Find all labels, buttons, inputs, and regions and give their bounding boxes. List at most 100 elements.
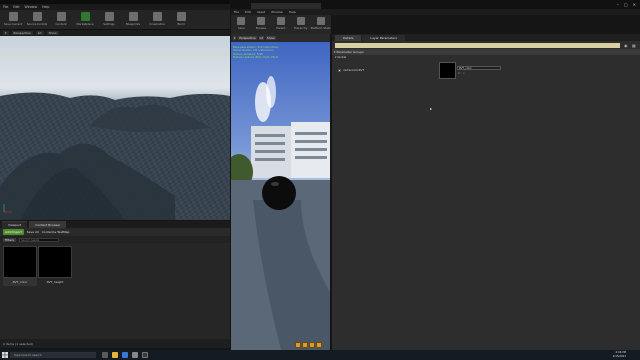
tab-details[interactable]: Details [335,35,362,41]
parameter-name: vertexcolorRVT [343,68,365,72]
hierarchy-button[interactable]: Hierarchy [291,17,310,34]
content-browser-status: 2 items (1 selected) [0,339,230,348]
save-icon [8,12,18,21]
parameter-asset-dropdown[interactable]: RVT_color [457,66,501,70]
menu-help[interactable]: Help [289,10,296,14]
level-viewport[interactable] [0,36,230,220]
unreal-engine-icon[interactable] [132,352,138,358]
task-view-icon[interactable] [102,352,108,358]
preview-header: ▾ Perspective Lit Show [231,34,330,42]
details-tab-bar: Details Layer Parameters [332,34,640,41]
stats-line: Texture Lookups (Est): VS(0), PS(1) [233,56,279,60]
platform-stats-button[interactable]: Platform Stats [311,17,330,34]
bottom-tab-bar: Viewport Content Browser [0,221,230,228]
grid-icon[interactable]: ▦ [632,43,638,48]
menu-file[interactable]: File [3,5,8,9]
menu-asset[interactable]: Asset [257,10,265,14]
preview-perspective-button[interactable]: Perspective [238,36,257,40]
file-explorer-icon[interactable] [112,352,118,358]
build-icon [176,12,186,21]
source-control-icon [32,12,42,21]
gear-icon [104,12,114,21]
tab-layer-parameters[interactable]: Layer Parameters [362,35,405,41]
minimize-button[interactable]: – [617,2,619,7]
content-button[interactable]: Content [50,12,72,29]
menu-file[interactable]: File [234,10,239,14]
asset-tile-rvt-height[interactable]: RVT_height [38,246,72,286]
clock-date: 2/15/2022 [612,354,626,358]
parameter-row: vertexcolorRVT RVT_color ⇐ ⌕ [332,61,640,81]
cinematics-button[interactable]: Cinematics [146,12,168,29]
save-all-button[interactable]: Save All [27,230,39,234]
asset-thumbnail [3,246,37,278]
save-button[interactable]: Save [232,17,251,34]
tab-content-browser[interactable]: Content Browser [29,221,67,228]
settings-button[interactable]: Settings [98,12,120,29]
parameter-texture-thumbnail[interactable] [439,62,456,79]
content-browser-toolbar: Add/Import Save All Content ▸ TestMap [0,228,230,236]
hierarchy-icon [296,17,305,25]
asset-tile-rvt-color[interactable]: RVT_color [3,246,37,286]
material-preview-viewport[interactable] [231,42,330,350]
material-editor-toolbar: Save Browse Parent Hierarchy Platform St… [231,15,331,34]
menu-help[interactable]: Help [42,5,49,9]
add-import-button[interactable]: Add/Import [3,229,24,235]
unreal-editor-window-icon[interactable] [142,352,148,358]
material-editor-title-bar[interactable]: – □ ✕ [231,0,640,9]
taskbar-search-input[interactable]: Type here to search [10,352,96,358]
preview-options-button[interactable]: ▾ [233,36,237,40]
window-controls: – □ ✕ [617,2,636,7]
parent-button[interactable]: Parent [272,17,291,34]
blueprints-button[interactable]: Blueprints [122,12,144,29]
content-browser-filter-bar: Filters Search Assets [0,236,230,243]
cylinder-preview-button[interactable] [295,342,301,348]
viewport-lit-button[interactable]: Lit [35,31,44,35]
maximize-button[interactable]: □ [624,2,628,7]
preview-lit-button[interactable]: Lit [258,36,265,40]
search-assets-input[interactable]: Search Assets [19,237,59,242]
save-current-button[interactable]: Save Current [2,12,24,29]
level-editor-toolbar: Save Current Source Control Content Mark… [0,10,230,30]
menu-edit[interactable]: Edit [245,10,251,14]
asset-label: RVT_height [46,280,64,284]
viewport-show-button[interactable]: Show [46,31,59,35]
windows-start-icon[interactable] [2,352,8,358]
marketplace-icon [80,12,90,21]
browse-button[interactable]: Browse [252,17,271,34]
desktop: File Edit Window Help Save Current Sourc… [0,0,640,360]
system-clock[interactable]: 4:06 PM 2/15/2022 [613,351,626,358]
use-selected-arrow-icon[interactable]: ⇐ [458,71,461,75]
breadcrumb[interactable]: Content ▸ TestMap [42,230,70,234]
cube-preview-button[interactable] [316,342,322,348]
content-browser-asset-area[interactable]: RVT_color RVT_height [0,243,230,339]
search-details-input[interactable] [335,43,620,48]
stats-icon [316,17,325,25]
viewport-perspective-button[interactable]: Perspective [11,31,33,35]
preview-scene [231,76,330,350]
taskbar: Type here to search 4:06 PM 2/15/2022 [0,350,640,360]
marketplace-button[interactable]: Marketplace [74,12,96,29]
plane-preview-button[interactable] [309,342,315,348]
content-icon [56,12,66,21]
menu-window[interactable]: Window [25,5,38,9]
details-panel: Details Layer Parameters ◉ ▦ ▾ Parameter… [332,34,640,350]
tab-viewport[interactable]: Viewport [2,221,28,228]
menu-edit[interactable]: Edit [13,5,19,9]
parent-icon [276,17,285,25]
mouse-cursor-icon: ▸ [430,106,433,111]
save-icon [237,17,246,25]
global-group-row[interactable]: ▾ Global [332,55,640,60]
parameter-override-checkbox[interactable] [338,69,341,72]
filters-button[interactable]: Filters [3,237,16,242]
source-control-button[interactable]: Source Control [26,12,48,29]
viewport-options-button[interactable]: ▾ [3,31,9,35]
close-button[interactable]: ✕ [633,2,636,7]
preview-show-button[interactable]: Show [266,36,276,40]
build-button[interactable]: Build [170,12,192,29]
browse-search-icon[interactable]: ⌕ [463,71,465,75]
folder-icon [257,17,266,25]
sphere-preview-button[interactable] [302,342,308,348]
eye-icon[interactable]: ◉ [624,43,630,48]
browser-icon[interactable] [122,352,128,358]
menu-window[interactable]: Window [271,10,283,14]
